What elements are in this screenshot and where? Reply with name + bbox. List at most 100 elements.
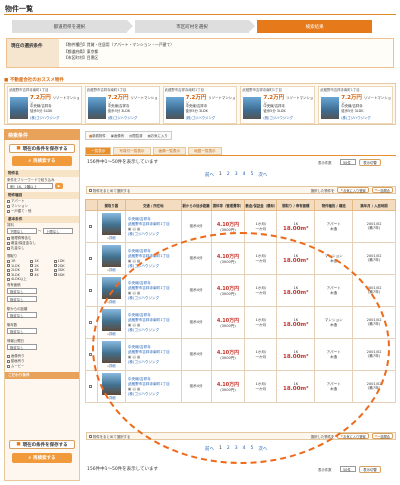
age-select[interactable]: 指定なし [7,328,37,334]
checkbox[interactable] [7,264,10,267]
card-agent-link[interactable]: (株)ゴジハウジング [263,116,293,121]
step-city[interactable]: 市区町村を選択 [134,20,255,33]
tab-photo-list[interactable]: 写真付一覧表示 [113,147,151,155]
freeword-input[interactable]: 例）1K、2階以上 [7,183,53,189]
card-agent-link[interactable]: (株)ゴジハウジング [341,116,371,121]
checkbox[interactable] [7,354,10,358]
select-all-checkbox[interactable] [89,188,92,192]
card-info: 中央線/吉祥寺 徒歩5分 3LDK [30,104,52,113]
checkbox[interactable] [7,209,10,213]
checkbox[interactable] [30,273,34,276]
favorite-button[interactable]: ★ お気に入り登録 [337,187,369,193]
checkbox[interactable] [7,199,10,203]
page-link[interactable]: 4 [243,172,246,178]
display-change-button[interactable]: 表示切替 [359,466,381,473]
favorite-icon: ▦お気に入り [147,134,168,138]
recommend-card[interactable]: 武蔵野市吉祥寺南町1丁目 7.2万円 リゾートマンション 中央線/吉祥寺 徒歩5分… [162,86,238,124]
misc-option[interactable]: ムービー [7,364,25,369]
detail-link[interactable]: ▸詳細 [98,267,125,272]
inquiry-button[interactable]: ✉ 一括問合 [371,433,393,439]
rent-min-select[interactable]: 下限なし [7,228,37,234]
row-checkbox[interactable] [89,385,93,388]
checkbox[interactable] [7,241,10,245]
tab-list[interactable]: 一覧表示 [85,147,112,155]
type-option[interactable]: 一戸建て・他 [7,209,31,214]
research-button-bottom[interactable]: ⌕ 再検索する [12,453,72,463]
checkbox[interactable] [53,273,57,276]
type-option-label: アパート [11,199,25,203]
save-condition-button-bottom[interactable]: ■ 現在の条件を保存する [9,440,75,449]
favorite-button[interactable]: ★ お気に入り登録 [337,433,369,439]
checkbox[interactable] [7,364,10,368]
checkbox[interactable] [7,259,10,263]
property-photo[interactable] [101,245,121,267]
card-caption: 武蔵野市吉祥寺南町1丁目 [320,88,360,92]
layout-option-label: 1DK [57,259,65,263]
detail-link-label: 詳細 [109,236,116,240]
info-date-select[interactable]: 指定なし [7,344,37,350]
select-all-checkbox[interactable] [89,434,92,438]
checkbox[interactable] [7,236,10,240]
save-condition-button[interactable]: ■ 現在の条件を保存する [9,144,75,153]
per-page-select[interactable]: 50件 [340,159,356,165]
detail-link[interactable]: ▸詳細 [98,235,125,240]
card-agent-link[interactable]: (株)ゴジハウジング [186,116,216,121]
age-label: 築年数 [7,323,18,327]
checkbox[interactable] [7,246,10,250]
row-checkbox[interactable] [89,257,93,260]
more-conditions-title[interactable]: こだわり条件 [5,372,79,379]
page-link[interactable]: 2 [227,172,230,178]
row-checkbox[interactable] [89,225,93,228]
checkbox[interactable] [7,204,10,208]
card-agent-link[interactable]: (株)ゴジハウジング [30,116,60,121]
recommend-card[interactable]: 武蔵野市吉祥寺南町1丁目 7.2万円 リゾートマンション 中央線/吉祥寺 徒歩5分… [7,86,82,124]
layout-option[interactable]: 4DK [53,273,77,278]
page-link[interactable]: 1 [219,172,222,178]
col-header: 敷金/保証金（償却） [244,199,278,211]
pagination-top: 前へ 1 2 3 4 5 次へ [205,172,267,178]
layout-option[interactable]: 4K [30,273,53,278]
recommend-card[interactable]: 武蔵野市吉祥寺南町1丁目 7.2万円 リゾートマンション 中央線/吉祥寺 徒歩5分… [240,86,316,124]
favorite-button-label: お気に入り登録 [343,434,366,439]
area-min-select[interactable]: 指定なし [7,288,37,294]
tab-map-list[interactable]: 地図一覧表示 [188,147,222,155]
checkbox[interactable] [30,264,34,267]
page-link[interactable]: 3 [235,172,238,178]
search-icon: ⌕ [28,159,32,164]
checkbox[interactable] [7,273,10,276]
layout-option[interactable]: 4LDK以上 [7,277,30,282]
row-checkbox[interactable] [89,321,93,324]
card-caption: 武蔵野市吉祥寺南町1丁目 [242,88,282,92]
agent-link[interactable]: (株)ゴジハウジング [128,232,181,237]
checkbox[interactable] [7,268,10,272]
tab-image-list[interactable]: 画像一覧表示 [152,147,187,155]
checkbox[interactable] [53,268,57,272]
checkbox[interactable] [53,264,57,267]
inquiry-button[interactable]: ✉ 一括問合 [371,187,393,193]
freeword-go-button[interactable]: ▶ [55,183,63,189]
checkbox[interactable] [7,359,10,363]
checkbox[interactable] [30,259,34,263]
recommend-card[interactable]: 武蔵野市吉祥寺南町1丁目 7.2万円 リゾートマンション 中央線/吉祥寺 徒歩5分… [318,86,393,124]
display-change-button[interactable]: 表示切替 [359,159,381,166]
rent-option[interactable]: 礼金なし [7,246,36,251]
property-photo[interactable] [101,213,121,235]
save-condition-label: 現在の条件を保存する [22,442,68,448]
rent-max-select[interactable]: 上限なし [43,228,73,234]
page-next[interactable]: 次へ [258,172,267,178]
page-prev[interactable]: 前へ [205,172,214,178]
walk-select[interactable]: 指定なし [7,312,37,318]
card-agent-link[interactable]: (株)ゴジハウジング [108,116,138,121]
page-link[interactable]: 5 [251,172,254,178]
recommend-card[interactable]: 武蔵野市吉祥寺南町1丁目 7.2万円 リゾートマンション 中央線/吉祥寺 徒歩5分… [84,86,160,124]
area-max-select[interactable]: 指定なし [7,296,37,302]
layout-option-label: 3K [34,268,39,272]
step-prefecture[interactable]: 都道府県を選択 [12,20,133,33]
row-checkbox[interactable] [89,289,93,292]
save-condition-label: 現在の条件を保存する [22,146,68,152]
per-page-select[interactable]: 50件 [340,466,356,472]
research-button[interactable]: ⌕ 再検索する [12,156,72,166]
checkbox[interactable] [53,259,57,263]
checkbox[interactable] [7,277,10,281]
checkbox[interactable] [30,268,34,272]
